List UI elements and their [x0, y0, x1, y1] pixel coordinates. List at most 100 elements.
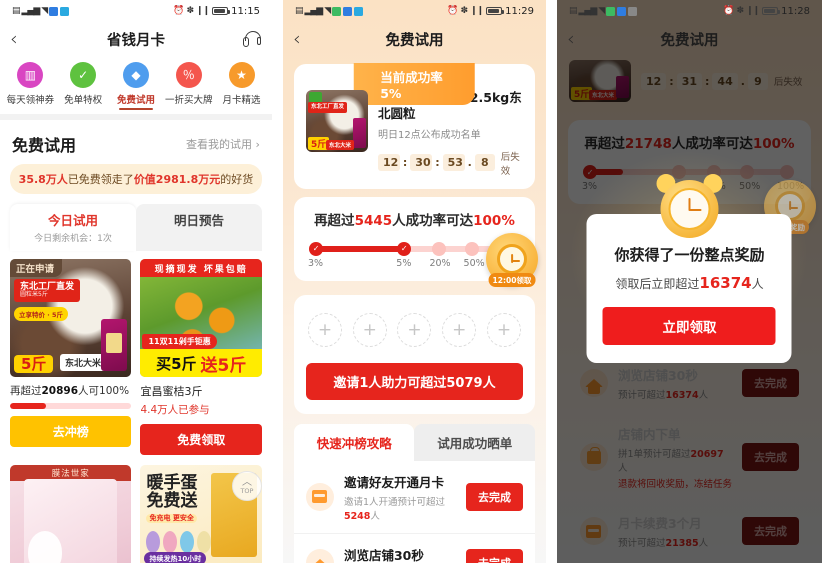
rate-label: 当前成功率 — [380, 70, 443, 85]
countdown-timer: 12 : 30 : 53 . 8 后失效 — [377, 149, 523, 177]
star-icon: ★ — [228, 62, 255, 88]
plus-icon[interactable]: + — [397, 312, 432, 347]
tab-tomorrow[interactable]: 明日预告 — [135, 204, 262, 251]
slider-tick-0: 3% — [307, 257, 324, 269]
product-name-label: 东北大米 — [60, 354, 107, 371]
sidebar-item-coupon[interactable]: ▥ 每天领神券 — [4, 62, 56, 110]
wifi-icon: ◥ — [598, 5, 605, 16]
tab-today[interactable]: 今日试用 今日剩余机会：1次 — [10, 204, 136, 251]
app-icon-blue — [343, 6, 353, 16]
slider-dot-1: ✓ — [397, 241, 412, 256]
product-image: 正在申请 东北工厂直发 圆粒米5斤 立享特价 · 5斤 5斤 东北大米 — [10, 259, 132, 377]
rate-value: 5% — [380, 86, 402, 101]
modal-count: 16374 — [699, 274, 752, 292]
active-indicator — [118, 108, 153, 110]
strategy-tabs: 快速冲榜攻略 试用成功晒单 — [293, 423, 535, 461]
product-progress-text: 再超过20896人可100% — [10, 385, 130, 397]
product-participants: 4.4万人已参与 — [140, 404, 210, 416]
status-time: 11:15 — [231, 5, 260, 17]
progress-headline: 再超过5445人成功率可达100% — [314, 212, 515, 229]
back-button[interactable]: ‹ — [10, 29, 18, 49]
title-bar-2: ‹ 免费试用 — [283, 22, 546, 56]
egg-title-graphic: 暖手蛋 免费送 免充电 更安全 — [146, 473, 198, 524]
task-action-button[interactable]: 去完成 — [465, 548, 523, 563]
thumb-tag: 东北工厂直发 — [307, 102, 347, 113]
status-left-icons: ▤ ▂▄▆ ◥ — [294, 5, 364, 16]
go-rank-button[interactable]: 去冲榜 — [10, 416, 132, 447]
app-icon-cyan — [60, 6, 70, 16]
claim-now-button[interactable]: 立即领取 — [602, 307, 776, 345]
view-my-trials-link[interactable]: 查看我的试用 › — [186, 136, 260, 152]
page-title: 免费试用 — [660, 32, 719, 49]
sim-icon: ▤ — [568, 5, 577, 16]
section-header: 免费试用 查看我的试用 › — [0, 120, 272, 162]
product-card-mask[interactable]: 膜法世家 膜法世家白玉兰面膜贴 2.8万人已参与 免费领取 — [10, 465, 132, 563]
arrow-up-icon: ︿ — [241, 476, 252, 488]
countdown-sep: : — [435, 156, 440, 169]
nav-label: 每天领神券 — [6, 95, 55, 106]
sidebar-item-free-trial[interactable]: ◆ 免费试用 — [110, 62, 162, 110]
banner-post: 的好货 — [220, 173, 254, 186]
status-badge: 正在申请 — [10, 259, 63, 277]
promo-buy: 买5斤 — [156, 354, 197, 373]
phone-panel-3: ▤ ▂▄▆ ◥ ⏰ ✽ ❙❙ 11:28 ‹ 免费试用 你获得了一份整点奖励 领… — [556, 0, 822, 563]
countdown-seconds: 53 — [442, 154, 465, 171]
task-row[interactable]: 浏览店铺30秒 预计可超过4356人 去完成 — [294, 534, 535, 563]
invite-button[interactable]: 邀请1人助力可超过5079人 — [305, 362, 523, 400]
product-grid-row-1: 正在申请 东北工厂直发 圆粒米5斤 立享特价 · 5斤 5斤 东北大米 再超过2… — [0, 251, 272, 455]
trial-product-card: 当前成功率 5% 东北工厂直发 5斤 东北大米 十月稻田 珍珠米2.5kg东北圆… — [293, 63, 535, 189]
phone-panel-2: ▤ ▂▄▆ ◥ ⏰ ✽ ❙❙ 11:29 ‹ 免费试用 当前成功率 5% 东北工… — [282, 0, 546, 563]
signal-icon: ▂▄▆ — [304, 5, 323, 16]
vibrate-icon: ❙❙ — [470, 5, 484, 16]
countdown-hours: 12 — [377, 154, 400, 171]
battery-icon — [486, 7, 505, 15]
egg-colors-graphic — [146, 531, 212, 553]
alarm-clock-icon — [496, 244, 527, 274]
progress-target: 100% — [473, 212, 515, 229]
wifi-icon: ◥ — [41, 5, 48, 16]
battery-icon — [762, 7, 781, 15]
task-body: 浏览店铺30秒 预计可超过4356人 — [344, 545, 456, 563]
sim-icon: ▤ — [294, 5, 303, 16]
promo-tag: 11双11剁手钜惠 — [142, 334, 217, 349]
app-icon-gray — [628, 6, 638, 16]
sidebar-item-discount[interactable]: ％ 一折买大牌 — [163, 62, 215, 110]
product-card-orange[interactable]: 现摘现发 坏果包赔 11双11剁手钜惠 买5斤 送5斤 宜昌蜜桔3斤 4.4万人… — [140, 259, 262, 455]
plus-icon[interactable]: + — [442, 312, 477, 347]
status-right-icons: ⏰ ✽ ❙❙ 11:15 — [173, 6, 260, 17]
hourly-reward-badge[interactable]: 12:00领取 — [485, 233, 538, 287]
scroll-to-top-button[interactable]: ︿ TOP — [231, 471, 262, 501]
nav-label-active: 免费试用 — [116, 95, 155, 106]
title-bar-1: ‹ 省钱月卡 — [0, 22, 272, 56]
task-row[interactable]: 邀请好友开通月卡 邀请1人开通预计可超过5248人 去完成 — [293, 461, 535, 534]
countdown-suffix: 后失效 — [500, 151, 520, 177]
house-icon — [305, 548, 334, 563]
plus-icon[interactable]: + — [307, 312, 342, 347]
product-announce-note: 明日12点公布成功名单 — [377, 129, 481, 141]
countdown-ms: 8 — [474, 154, 495, 171]
plus-icon[interactable]: + — [352, 312, 387, 347]
headset-icon[interactable] — [242, 30, 262, 48]
nav-label: 一折买大牌 — [164, 95, 213, 106]
product-label-red: 东北工厂直发 圆粒米5斤 — [14, 279, 81, 303]
egg-sub-tag: 持续发热10小时 — [144, 552, 207, 563]
slider-tick-3: 50% — [463, 257, 485, 269]
progress-bar — [10, 403, 132, 409]
tab-success-posts[interactable]: 试用成功晒单 — [414, 423, 535, 461]
back-button[interactable]: ‹ — [293, 29, 301, 49]
free-claim-button[interactable]: 免费领取 — [140, 424, 262, 455]
tab-quick-strategy[interactable]: 快速冲榜攻略 — [293, 423, 415, 461]
vibrate-icon: ❙❙ — [746, 5, 760, 16]
product-label-yellow: 立享特价 · 5斤 — [14, 307, 69, 321]
task-action-button[interactable]: 去完成 — [465, 482, 523, 511]
success-rate-pill: 当前成功率 5% — [354, 63, 475, 105]
bluetooth-icon: ✽ — [736, 5, 744, 16]
product-card-rice[interactable]: 正在申请 东北工厂直发 圆粒米5斤 立享特价 · 5斤 5斤 东北大米 再超过2… — [10, 259, 132, 455]
bluetooth-icon: ✽ — [186, 5, 194, 16]
diamond-icon: ◆ — [122, 62, 149, 88]
plus-icon[interactable]: + — [486, 312, 521, 347]
sidebar-item-free-privilege[interactable]: ✓ 免单特权 — [57, 62, 109, 110]
back-button[interactable]: ‹ — [567, 29, 575, 49]
sidebar-item-selected[interactable]: ★ 月卡精选 — [216, 62, 268, 110]
tab-today-label: 今日试用 — [47, 213, 98, 228]
